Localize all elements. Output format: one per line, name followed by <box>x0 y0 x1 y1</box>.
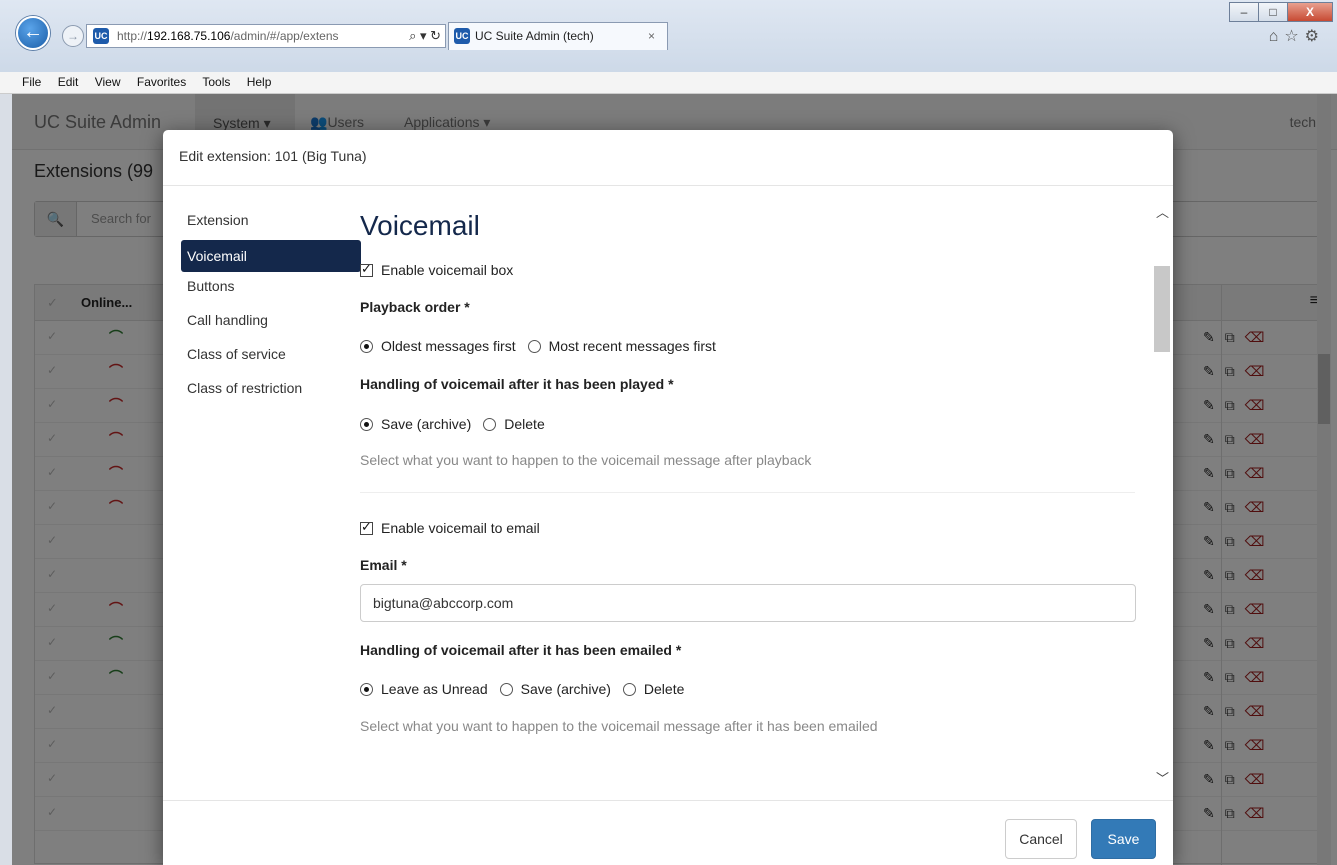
radio-emailed-unread[interactable] <box>360 682 373 696</box>
enable-voicemail-box-label: Enable voicemail box <box>381 262 514 278</box>
radio-oldest-first-label[interactable]: Oldest messages first <box>381 338 516 354</box>
url-host: 192.168.75.106 <box>147 29 231 43</box>
modal-footer: Cancel Save <box>163 800 1173 865</box>
nav-item-call-handling[interactable]: Call handling <box>181 306 361 340</box>
section-divider <box>360 492 1135 493</box>
enable-voicemail-box[interactable]: Enable voicemail box <box>360 261 514 278</box>
settings-gear-icon[interactable]: ⚙ <box>1305 28 1325 45</box>
url-prefix: http:// <box>117 29 148 43</box>
radio-emailed-save[interactable] <box>499 682 513 696</box>
playback-order-options: Oldest messages first Most recent messag… <box>360 338 716 354</box>
radio-played-delete[interactable] <box>483 417 497 431</box>
voicemail-form: Voicemail Enable voicemail box Playback … <box>360 186 1155 800</box>
radio-played-save-label[interactable]: Save (archive) <box>381 416 471 432</box>
forward-arrow-icon: → <box>67 29 79 43</box>
browser-left-frame <box>0 94 12 865</box>
emailed-help-text: Select what you want to happen to the vo… <box>360 718 878 734</box>
back-arrow-icon: ← <box>23 21 43 43</box>
tab-close-icon[interactable]: × <box>648 23 655 49</box>
radio-played-delete-label[interactable]: Delete <box>504 416 544 432</box>
played-handling-options: Save (archive) Delete <box>360 416 545 432</box>
browser-toolbar-icons: ⌂☆⚙ <box>1269 26 1325 46</box>
radio-emailed-save-label[interactable]: Save (archive) <box>521 681 611 697</box>
modal-scrollbar[interactable]: ︿ ﹀ <box>1153 202 1171 802</box>
menu-edit[interactable]: Edit <box>58 75 79 89</box>
address-bar[interactable]: UC http://192.168.75.106/admin/#/app/ext… <box>86 24 446 48</box>
enable-voicemail-email-label: Enable voicemail to email <box>381 520 540 536</box>
menu-favorites[interactable]: Favorites <box>137 75 186 89</box>
enable-voicemail-email[interactable]: Enable voicemail to email <box>360 519 540 536</box>
emailed-handling-options: Leave as Unread Save (archive) Delete <box>360 681 684 697</box>
home-icon[interactable]: ⌂ <box>1269 28 1285 45</box>
nav-item-class-of-restriction[interactable]: Class of restriction <box>181 374 361 408</box>
email-input[interactable] <box>360 584 1136 622</box>
modal-scrollbar-thumb[interactable] <box>1154 266 1170 352</box>
nav-item-class-of-service[interactable]: Class of service <box>181 340 361 374</box>
uc-favicon-icon: UC <box>93 28 109 44</box>
modal-title: Edit extension: 101 (Big Tuna) <box>179 148 367 164</box>
save-button[interactable]: Save <box>1091 819 1156 859</box>
played-help-text: Select what you want to happen to the vo… <box>360 452 812 468</box>
browser-tab[interactable]: UC UC Suite Admin (tech) × <box>448 22 668 50</box>
nav-item-buttons[interactable]: Buttons <box>181 272 361 306</box>
edit-extension-modal: Edit extension: 101 (Big Tuna) Extension… <box>163 130 1173 865</box>
playback-order-label: Playback order * <box>360 299 470 315</box>
favorites-star-icon[interactable]: ☆ <box>1284 28 1304 45</box>
radio-most-recent-first-label[interactable]: Most recent messages first <box>549 338 716 354</box>
modal-side-nav: Extension Voicemail Buttons Call handlin… <box>181 206 361 408</box>
forward-button[interactable]: → <box>62 25 84 47</box>
minimize-button[interactable]: – <box>1229 2 1259 22</box>
nav-item-extension[interactable]: Extension <box>181 206 361 240</box>
scroll-up-icon[interactable]: ︿ <box>1156 202 1169 221</box>
scroll-down-icon[interactable]: ﹀ <box>1156 768 1169 787</box>
menu-tools[interactable]: Tools <box>202 75 230 89</box>
browser-chrome: – □ X ← → UC http://192.168.75.106/admin… <box>0 0 1337 72</box>
section-title: Voicemail <box>360 210 480 241</box>
address-tools[interactable]: ⌕ ▾ ↻ <box>409 25 441 47</box>
nav-item-voicemail[interactable]: Voicemail <box>181 240 361 272</box>
browser-menubar: File Edit View Favorites Tools Help <box>0 72 1337 94</box>
enable-voicemail-box-checkbox[interactable] <box>360 261 373 277</box>
radio-oldest-first[interactable] <box>360 339 373 353</box>
back-button[interactable]: ← <box>16 16 50 50</box>
close-window-button[interactable]: X <box>1287 2 1333 22</box>
radio-played-save[interactable] <box>360 417 373 431</box>
uc-tab-favicon-icon: UC <box>454 28 470 44</box>
enable-voicemail-email-checkbox[interactable] <box>360 519 373 535</box>
maximize-button[interactable]: □ <box>1258 2 1288 22</box>
emailed-handling-label: Handling of voicemail after it has been … <box>360 642 682 658</box>
tab-title: UC Suite Admin (tech) <box>475 29 594 43</box>
window-controls: – □ X <box>1229 2 1333 22</box>
menu-view[interactable]: View <box>95 75 121 89</box>
radio-emailed-delete-label[interactable]: Delete <box>644 681 684 697</box>
radio-most-recent-first[interactable] <box>527 339 541 353</box>
menu-file[interactable]: File <box>22 75 41 89</box>
email-label: Email * <box>360 557 407 573</box>
cancel-button[interactable]: Cancel <box>1005 819 1077 859</box>
menu-help[interactable]: Help <box>247 75 272 89</box>
url-path: /admin/#/app/extens <box>230 29 339 43</box>
modal-header: Edit extension: 101 (Big Tuna) <box>163 130 1173 186</box>
played-handling-label: Handling of voicemail after it has been … <box>360 376 674 392</box>
radio-emailed-delete[interactable] <box>622 682 636 696</box>
radio-emailed-unread-label[interactable]: Leave as Unread <box>381 681 488 697</box>
